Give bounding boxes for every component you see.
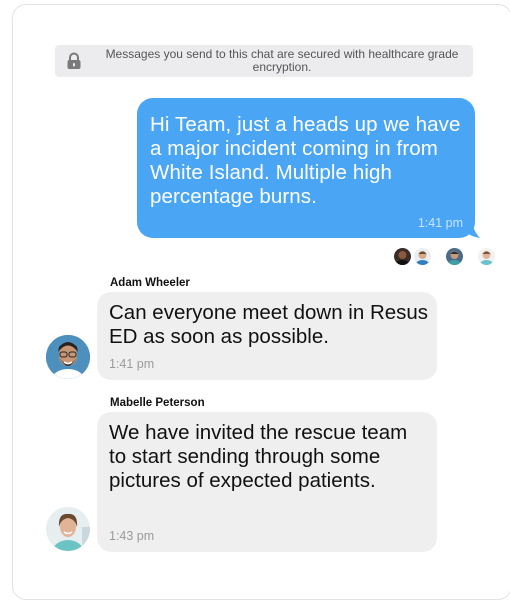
- receipt-avatar: [446, 248, 463, 265]
- lock-icon: [67, 52, 81, 69]
- security-message: Messages you send to this chat are secur…: [105, 47, 459, 74]
- message-text: We have invited the rescue team to start…: [109, 421, 408, 492]
- bubble-tail: [464, 218, 480, 238]
- sender-name: Adam Wheeler: [110, 277, 190, 289]
- message-text: Can everyone meet down in Resus ED as so…: [109, 301, 429, 348]
- message-timestamp: 1:41 pm: [417, 216, 463, 230]
- message-bubble-outgoing[interactable]: Hi Team, just a heads up we have a major…: [137, 98, 475, 238]
- receipt-avatar: [414, 248, 431, 265]
- message-text: Hi Team, just a heads up we have a major…: [150, 113, 461, 208]
- message-timestamp: 1:41 pm: [109, 357, 155, 371]
- message-bubble-incoming[interactable]: Can everyone meet down in Resus ED as so…: [97, 292, 437, 380]
- receipt-avatar: [478, 248, 495, 265]
- avatar[interactable]: [46, 507, 90, 551]
- message-timestamp: 1:43 pm: [109, 529, 155, 543]
- message-bubble-incoming[interactable]: We have invited the rescue team to start…: [97, 412, 437, 552]
- sender-name: Mabelle Peterson: [110, 397, 205, 409]
- security-banner: Messages you send to this chat are secur…: [55, 45, 473, 77]
- avatar[interactable]: [46, 335, 90, 379]
- receipt-avatar: [394, 248, 411, 265]
